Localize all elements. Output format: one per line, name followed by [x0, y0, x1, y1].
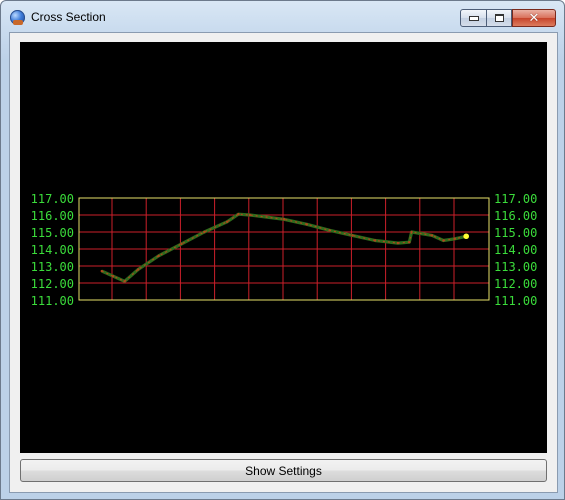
- profile-point: [100, 269, 103, 273]
- y-tick-label-right: 115.00: [494, 226, 537, 240]
- close-icon: ✕: [528, 10, 540, 26]
- profile-point: [351, 234, 354, 237]
- profile-point: [442, 239, 445, 242]
- close-button[interactable]: ✕: [512, 9, 556, 27]
- cross-section-window: Cross Section ✕ 117.00 117.00 116.00 116.00…: [0, 0, 565, 500]
- profile-point: [180, 242, 183, 246]
- profile-point: [453, 237, 457, 240]
- y-tick-label-right: 111.00: [494, 294, 537, 308]
- profile-point: [305, 223, 308, 226]
- title-bar[interactable]: Cross Section ✕: [1, 1, 564, 33]
- cross-section-chart: 117.00 117.00 116.00 116.00 115.00 115.00 114.…: [31, 192, 538, 308]
- profile-point: [237, 212, 240, 216]
- profile-point: [430, 234, 434, 237]
- maximize-icon: [494, 14, 504, 22]
- y-tick-label-left: 116.00: [31, 209, 74, 223]
- profile-point: [328, 229, 331, 232]
- profile-point: [373, 239, 377, 242]
- y-tick-label-left: 113.00: [31, 260, 74, 274]
- profile-point: [408, 241, 411, 244]
- y-tick-label-left: 115.00: [31, 226, 74, 240]
- y-tick-label-right: 117.00: [494, 192, 537, 206]
- profile-point: [157, 254, 160, 257]
- minimize-button[interactable]: [460, 9, 487, 27]
- y-tick-label-right: 112.00: [494, 277, 537, 291]
- profile-point: [282, 218, 286, 221]
- profile-line-highlight: [101, 213, 467, 282]
- y-tick-label-right: 113.00: [494, 260, 537, 274]
- minimize-icon: [468, 15, 479, 21]
- profile-point: [123, 280, 126, 283]
- window-title: Cross Section: [31, 10, 106, 24]
- show-settings-button[interactable]: Show Settings: [20, 459, 547, 482]
- profile-point: [396, 241, 400, 245]
- y-tick-label-left: 117.00: [31, 192, 74, 206]
- profile-point: [203, 230, 206, 234]
- profile-line: [101, 212, 467, 283]
- profile-point: [248, 213, 252, 217]
- profile-point: [111, 275, 115, 278]
- y-tick-label-right: 114.00: [494, 243, 537, 257]
- profile-end-marker: [463, 233, 470, 240]
- maximize-button[interactable]: [486, 9, 512, 27]
- app-globe-icon: [10, 10, 25, 25]
- y-tick-label-right: 116.00: [494, 209, 537, 223]
- profile-point: [225, 220, 229, 223]
- profile-point: [137, 268, 140, 271]
- y-tick-label-left: 111.00: [31, 294, 74, 308]
- y-tick-label-left: 112.00: [31, 277, 74, 291]
- profile-point: [410, 230, 413, 234]
- cross-section-plot[interactable]: 117.00 117.00 116.00 116.00 115.00 115.00 114.…: [20, 42, 547, 453]
- client-area: 117.00 117.00 116.00 116.00 115.00 115.00 114.…: [9, 32, 558, 493]
- y-tick-label-left: 114.00: [31, 243, 74, 257]
